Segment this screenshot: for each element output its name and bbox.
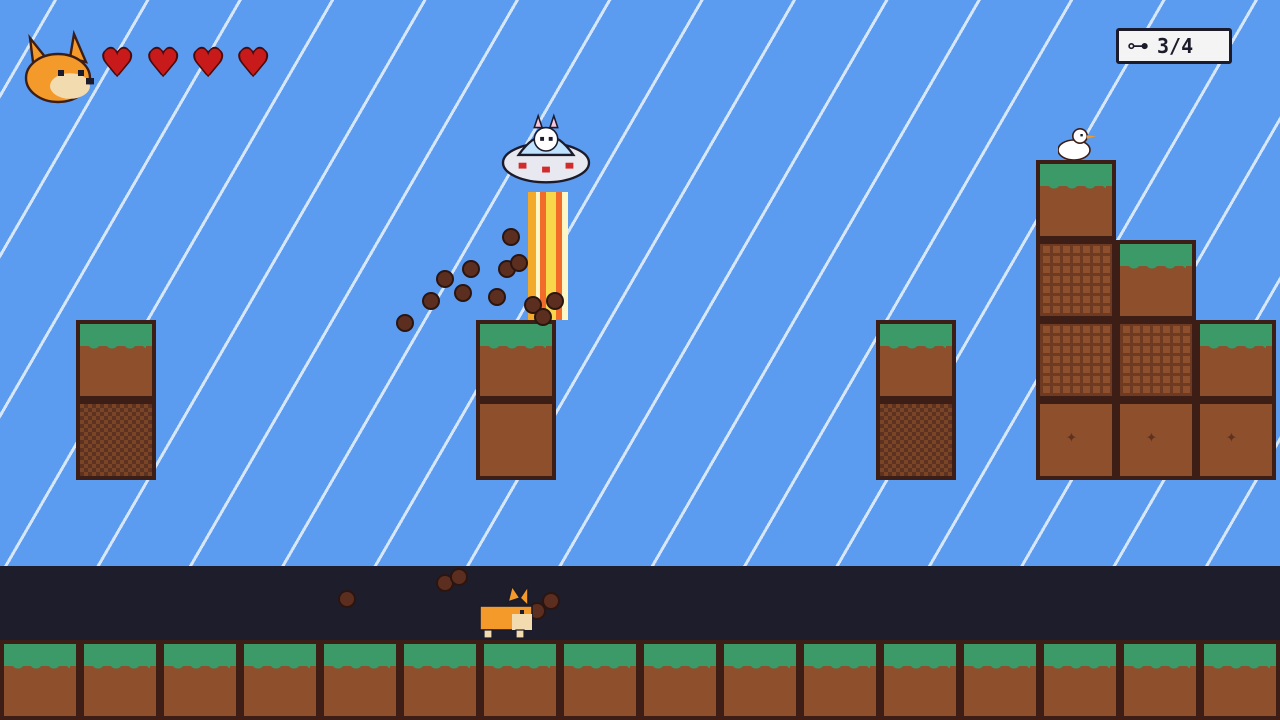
heart-icon: ♥ [150,38,177,89]
dirt-particle [490,290,504,304]
ground-grass-block [1040,640,1120,720]
stone-block [1196,400,1276,480]
dirt-particle [512,256,526,270]
heart-icon: ♥ [104,38,131,89]
dirt-particle [526,298,540,312]
ground-grass-block [80,640,160,720]
dirt-particle [398,316,412,330]
dirt-particle [544,594,558,608]
seagull-sprite [1058,128,1096,161]
dirt-particle [438,576,452,590]
ground-grass-block [0,640,80,720]
bone-count: 3/4 [1157,34,1194,58]
grass-block [876,320,956,400]
ground-grass-block [1120,640,1200,720]
dirt-block [876,400,956,480]
stone-block [1116,400,1196,480]
ground-grass-block [160,640,240,720]
dirt-particle [452,570,466,584]
ground-grass-block [1200,640,1280,720]
grass-block [476,320,556,400]
ground-grass-block [960,640,1040,720]
fox-head-icon [24,29,94,104]
stone-block [1036,400,1116,480]
brick-block [1036,320,1116,400]
dirt-particle [464,262,478,276]
dirt-particle [536,310,550,324]
ground-grass-block [480,640,560,720]
grass-block [1196,320,1276,400]
heart-icon: ♥ [195,38,222,89]
bone-icon: ⊶ [1127,33,1149,59]
brick-block [1116,320,1196,400]
bone-counter: ⊶ 3/4 [1116,28,1232,64]
dirt-block [476,400,556,480]
cat-ufo-sprite [501,113,591,184]
dirt-particle [456,286,470,300]
ground-grass-block [320,640,400,720]
dirt-block [76,400,156,480]
dirt-particle [340,592,354,606]
grass-block [1116,240,1196,320]
ground-grass-block [720,640,800,720]
dirt-particle [424,294,438,308]
dirt-particle [438,272,452,286]
ground-grass-block [400,640,480,720]
heart-icon: ♥ [240,38,267,89]
grass-block [1036,160,1116,240]
ground-grass-block [640,640,720,720]
ground-grass-block [800,640,880,720]
grass-block [76,320,156,400]
ground-grass-block [880,640,960,720]
dirt-particle [504,230,518,244]
brick-block [1036,240,1116,320]
dirt-particle [548,294,562,308]
ground-grass-block [240,640,320,720]
ground-grass-block [560,640,640,720]
corgi-player-sprite [479,586,533,639]
